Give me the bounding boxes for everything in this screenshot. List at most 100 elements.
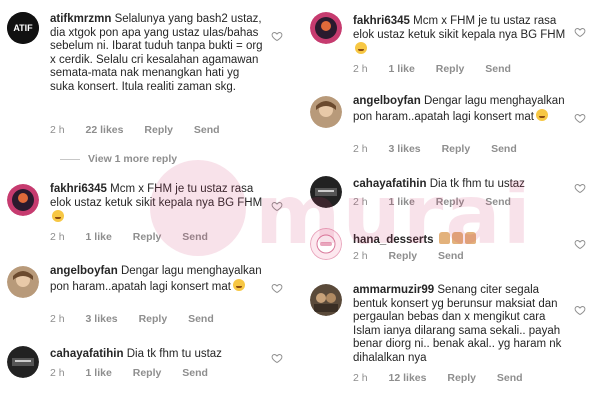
reply-button[interactable]: Reply: [442, 143, 471, 155]
likes-count[interactable]: 1 like: [86, 231, 112, 243]
likes-count[interactable]: 1 like: [389, 196, 415, 208]
send-button[interactable]: Send: [194, 124, 220, 136]
reply-button[interactable]: Reply: [133, 367, 162, 379]
heart-icon[interactable]: [574, 112, 586, 124]
avatar[interactable]: [7, 266, 39, 298]
heart-icon[interactable]: [271, 30, 283, 42]
comment-time: 2 h: [50, 367, 65, 379]
comment-username[interactable]: fakhri6345: [50, 183, 107, 195]
comment-username[interactable]: cahayafatihin: [50, 348, 124, 360]
comment-body: angelboyfan Dengar lagu menghayalkan pon…: [50, 265, 265, 294]
avatar[interactable]: [7, 346, 39, 378]
comment-item: angelboyfan Dengar lagu menghayalkan pon…: [0, 262, 293, 332]
view-more-replies[interactable]: View 1 more reply: [60, 153, 177, 165]
comment-username[interactable]: atifkmrzmn: [50, 13, 111, 25]
comment-time: 2 h: [353, 250, 368, 262]
comment-meta: 2 h 3 likes Reply Send: [353, 143, 535, 155]
heart-icon[interactable]: [574, 182, 586, 194]
comment-body: angelboyfan Dengar lagu menghayalkan pon…: [353, 95, 568, 124]
comment-body: cahayafatihin Dia tk fhm tu ustaz: [353, 178, 568, 192]
send-button[interactable]: Send: [188, 313, 214, 325]
comment-time: 2 h: [50, 231, 65, 243]
comments-column-right: fakhri6345 Mcm x FHM je tu ustaz rasa el…: [303, 0, 596, 400]
comment-item: cahayafatihin Dia tk fhm tu ustaz 2 h 1 …: [303, 172, 596, 222]
reply-button[interactable]: Reply: [436, 196, 465, 208]
comment-meta: 2 h Reply Send: [353, 250, 482, 262]
comment-meta: 2 h 1 like Reply Send: [353, 196, 529, 208]
comment-meta: 2 h 3 likes Reply Send: [50, 313, 232, 325]
send-button[interactable]: Send: [182, 367, 208, 379]
comment-item: ammarmuzir99 Senang citer segala bentuk …: [303, 280, 596, 400]
comment-username[interactable]: ammarmuzir99: [353, 284, 434, 296]
comment-username[interactable]: angelboyfan: [353, 95, 421, 107]
send-button[interactable]: Send: [497, 372, 523, 384]
avatar[interactable]: [310, 228, 342, 260]
comment-item: hana_desserts 2 h Reply Send: [303, 224, 596, 274]
comment-username[interactable]: fakhri6345: [353, 15, 410, 27]
likes-count[interactable]: 1 like: [86, 367, 112, 379]
heart-icon[interactable]: [271, 282, 283, 294]
comment-body: cahayafatihin Dia tk fhm tu ustaz: [50, 348, 265, 362]
heart-icon[interactable]: [574, 26, 586, 38]
avatar[interactable]: [310, 96, 342, 128]
likes-count[interactable]: 3 likes: [389, 143, 421, 155]
heart-icon[interactable]: [271, 352, 283, 364]
comment-time: 2 h: [353, 196, 368, 208]
comment-time: 2 h: [50, 124, 65, 136]
likes-count[interactable]: 3 likes: [86, 313, 118, 325]
reply-button[interactable]: Reply: [436, 63, 465, 75]
send-button[interactable]: Send: [491, 143, 517, 155]
comment-item: ATIF atifkmrzmn Selalunya yang bash2 ust…: [0, 0, 293, 140]
avatar[interactable]: [310, 284, 342, 316]
comment-body: atifkmrzmn Selalunya yang bash2 ustaz, d…: [50, 13, 265, 94]
reply-button[interactable]: Reply: [133, 231, 162, 243]
comment-item: cahayafatihin Dia tk fhm tu ustaz 2 h 1 …: [0, 344, 293, 400]
reply-button[interactable]: Reply: [139, 313, 168, 325]
comment-item: fakhri6345 Mcm x FHM je tu ustaz rasa el…: [303, 8, 596, 78]
comment-body: hana_desserts: [353, 232, 568, 248]
comment-meta: 2 h 1 like Reply Send: [50, 231, 226, 243]
heart-icon[interactable]: [574, 304, 586, 316]
thumbs-up-emoji-icon: [451, 232, 463, 244]
comment-meta: 2 h 1 like Reply Send: [50, 367, 226, 379]
avatar[interactable]: [310, 12, 342, 44]
laughing-emoji-icon: [52, 210, 64, 222]
comment-item: angelboyfan Dengar lagu menghayalkan pon…: [303, 92, 596, 162]
heart-icon[interactable]: [271, 200, 283, 212]
avatar-logo-text: ATIF: [13, 23, 33, 33]
column-divider: [293, 0, 303, 400]
comment-meta: 2 h 22 likes Reply Send: [50, 124, 238, 136]
send-button[interactable]: Send: [438, 250, 464, 262]
avatar[interactable]: ATIF: [7, 12, 39, 44]
comment-body: fakhri6345 Mcm x FHM je tu ustaz rasa el…: [50, 183, 265, 226]
comment-username[interactable]: hana_desserts: [353, 234, 434, 246]
likes-count[interactable]: 22 likes: [86, 124, 124, 136]
comment-body: ammarmuzir99 Senang citer segala bentuk …: [353, 284, 568, 365]
comment-username[interactable]: angelboyfan: [50, 265, 118, 277]
likes-count[interactable]: 12 likes: [389, 372, 427, 384]
comment-time: 2 h: [353, 372, 368, 384]
thumbs-up-emoji-icon: [464, 232, 476, 244]
reply-button[interactable]: Reply: [144, 124, 173, 136]
comment-username[interactable]: cahayafatihin: [353, 178, 427, 190]
comment-time: 2 h: [50, 313, 65, 325]
likes-count[interactable]: 1 like: [389, 63, 415, 75]
send-button[interactable]: Send: [182, 231, 208, 243]
laughing-emoji-icon: [535, 108, 548, 121]
reply-button[interactable]: Reply: [447, 372, 476, 384]
laughing-emoji-icon: [232, 278, 245, 291]
comment-time: 2 h: [353, 143, 368, 155]
comment-time: 2 h: [353, 63, 368, 75]
heart-icon[interactable]: [574, 238, 586, 250]
avatar[interactable]: [7, 184, 39, 216]
send-button[interactable]: Send: [485, 63, 511, 75]
comments-column-left: ATIF atifkmrzmn Selalunya yang bash2 ust…: [0, 0, 293, 400]
laughing-emoji-icon: [355, 42, 367, 54]
comment-meta: 2 h 12 likes Reply Send: [353, 372, 541, 384]
thumbs-up-emoji-icon: [438, 232, 450, 244]
comment-text: Dia tk fhm tu ustaz: [429, 178, 525, 190]
send-button[interactable]: Send: [485, 196, 511, 208]
reply-button[interactable]: Reply: [389, 250, 418, 262]
avatar[interactable]: [310, 176, 342, 208]
comment-meta: 2 h 1 like Reply Send: [353, 63, 529, 75]
